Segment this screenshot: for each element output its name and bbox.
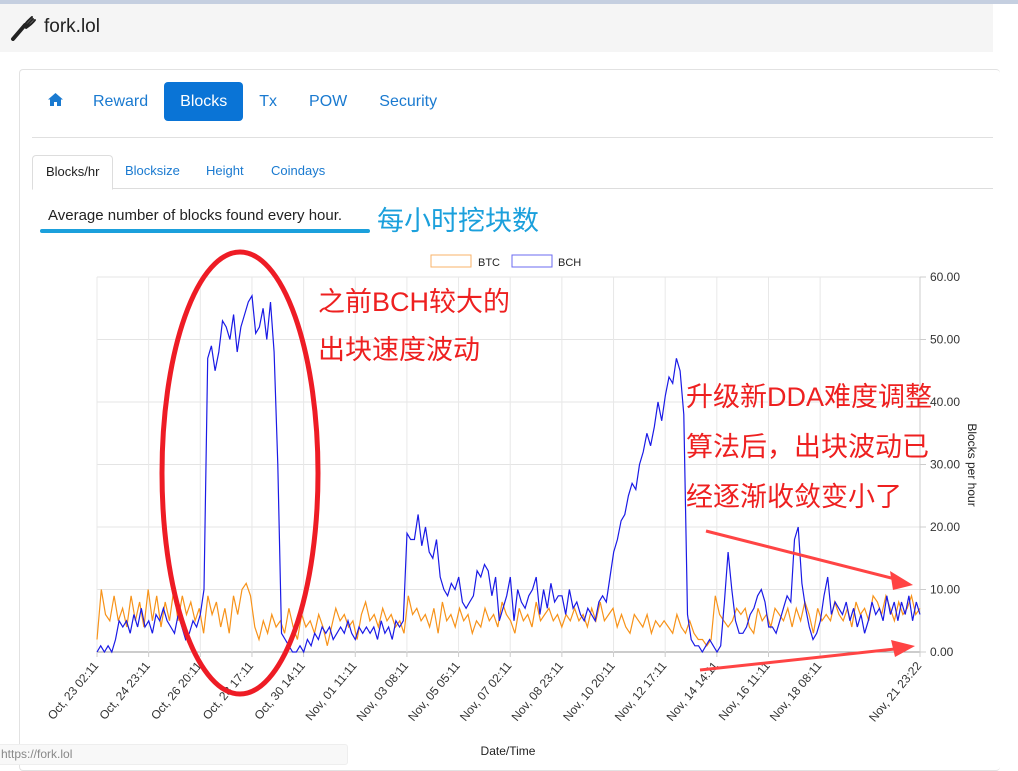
y-tick-label: 20.00 xyxy=(930,520,960,534)
browser-status-url: https://fork.lol xyxy=(0,744,348,765)
y-axis-label: Blocks per hour xyxy=(965,423,979,506)
nav-pill-pow[interactable]: POW xyxy=(293,82,363,121)
annotation-arrow-upper xyxy=(705,529,913,590)
x-tick-label: Nov, 10 20:11 xyxy=(560,659,618,724)
tab-coindays[interactable]: Coindays xyxy=(258,155,338,187)
brand-name: fork.lol xyxy=(44,16,100,37)
nav-pill-security[interactable]: Security xyxy=(363,82,453,121)
legend-swatch-bch xyxy=(511,254,553,268)
x-tick-label: Oct, 23 02:11 xyxy=(45,659,102,723)
x-tick-label: Nov, 18 08:11 xyxy=(767,659,825,724)
brand-link[interactable]: fork.lol xyxy=(10,13,100,41)
nav-pill-tx[interactable]: Tx xyxy=(243,82,293,121)
annotation-right-line: 升级新DDA难度调整 xyxy=(686,382,933,412)
annotation-left-note: 之前BCH较大的 出块速度波动 xyxy=(318,278,510,374)
annotation-left-line: 之前BCH较大的 xyxy=(318,287,511,317)
y-tick-label: 50.00 xyxy=(930,333,960,347)
x-tick-label: Nov, 05 05:11 xyxy=(405,659,463,724)
tab-height[interactable]: Height xyxy=(193,155,257,187)
legend-label-bch: BCH xyxy=(558,257,581,269)
tab-blocksize[interactable]: Blocksize xyxy=(112,155,193,187)
home-icon xyxy=(48,93,63,106)
nav-pill-reward[interactable]: Reward xyxy=(77,82,164,121)
x-tick-label: Nov, 01 11:11 xyxy=(303,659,360,723)
y-tick-label: 60.00 xyxy=(930,270,960,284)
x-tick-label: Oct, 26 20:11 xyxy=(148,659,205,723)
annotation-ellipse xyxy=(159,249,321,697)
navbar: fork.lol xyxy=(0,4,993,52)
x-tick-label: Nov, 07 02:11 xyxy=(457,659,515,724)
annotation-left-line: 出块速度波动 xyxy=(318,335,480,365)
legend: BTC BCH xyxy=(430,254,581,269)
y-tick-label: 30.00 xyxy=(930,458,960,472)
annotation-underline xyxy=(40,229,370,233)
y-tick-label: 10.00 xyxy=(930,583,960,597)
annotation-description-cn: 每小时挖块数 xyxy=(377,206,539,236)
x-tick-label: Nov, 03 08:11 xyxy=(354,659,412,724)
x-tick-label: Nov, 12 17:11 xyxy=(612,659,670,724)
x-tick-label: Nov, 21 23:22 xyxy=(866,659,924,725)
nav-pill-home[interactable] xyxy=(34,82,77,121)
annotation-right-note: 升级新DDA难度调整 算法后，出块波动已 经逐渐收敛变小了 xyxy=(686,372,932,522)
x-tick-label: Nov, 08 23:11 xyxy=(509,659,567,724)
y-tick-label: 40.00 xyxy=(930,395,960,409)
fork-icon xyxy=(11,16,36,41)
y-tick-label: 0.00 xyxy=(930,645,954,659)
nav-pill-blocks[interactable]: Blocks xyxy=(164,82,244,121)
sub-tabs: Blocks/hr Blocksize Height Coindays xyxy=(32,155,993,190)
x-axis-label: Date/Time xyxy=(481,744,536,758)
legend-swatch-btc xyxy=(430,254,472,268)
chart-description: Average number of blocks found every hou… xyxy=(48,207,343,224)
legend-label-btc: BTC xyxy=(478,257,500,269)
annotation-right-line: 经逐渐收敛变小了 xyxy=(686,482,902,512)
series-line-btc xyxy=(96,581,921,647)
x-tick-label: Oct, 30 14:11 xyxy=(251,659,308,723)
x-tick-label: Oct, 24 23:11 xyxy=(96,659,153,723)
annotation-right-line: 算法后，出块波动已 xyxy=(686,432,929,462)
divider xyxy=(32,137,993,138)
tab-blocks-per-hour[interactable]: Blocks/hr xyxy=(32,155,114,190)
main-nav-pills: Reward Blocks Tx POW Security xyxy=(34,82,453,121)
